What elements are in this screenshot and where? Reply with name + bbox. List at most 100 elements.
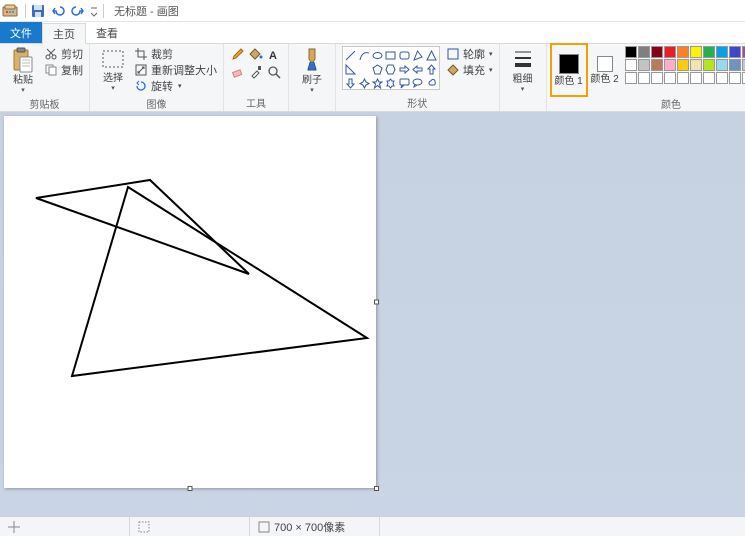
palette-color[interactable] xyxy=(638,59,650,71)
shape-curve-icon[interactable] xyxy=(357,48,370,62)
color1-button[interactable]: 颜色 1 xyxy=(553,46,585,94)
group-colors: 颜色 1 颜色 2 编辑颜色 颜色 xyxy=(547,44,745,111)
shape-arrowr-icon[interactable] xyxy=(398,62,411,76)
shape-hexagon-icon[interactable] xyxy=(384,62,397,76)
palette-color[interactable] xyxy=(729,46,741,58)
shape-callout-rect-icon[interactable] xyxy=(398,76,411,90)
palette-color[interactable] xyxy=(625,72,637,84)
shape-line-icon[interactable] xyxy=(344,48,357,62)
cut-button[interactable]: 剪切 xyxy=(44,46,83,61)
palette-color[interactable] xyxy=(664,59,676,71)
paste-button[interactable]: 粘贴 ▾ xyxy=(6,46,40,94)
resize-button[interactable]: 重新调整大小 xyxy=(134,62,217,77)
shape-polygon-icon[interactable] xyxy=(411,48,424,62)
shape-callout-cloud-icon[interactable] xyxy=(425,76,438,90)
resize-handle-bottom[interactable] xyxy=(188,486,193,491)
palette-color[interactable] xyxy=(690,46,702,58)
magnifier-tool[interactable] xyxy=(266,64,282,80)
palette-color[interactable] xyxy=(742,72,745,84)
shape-callout-oval-icon[interactable] xyxy=(411,76,424,90)
palette-color[interactable] xyxy=(638,46,650,58)
shape-outline-button[interactable]: 轮廓 ▾ xyxy=(446,46,493,61)
group-label-image: 图像 xyxy=(96,94,217,112)
eraser-tool[interactable] xyxy=(230,64,246,80)
palette-color[interactable] xyxy=(625,46,637,58)
shape-triangle-icon[interactable] xyxy=(425,48,438,62)
text-tool[interactable]: A xyxy=(266,46,282,62)
tab-home[interactable]: 主页 xyxy=(42,23,86,44)
color2-button[interactable]: 颜色 2 xyxy=(589,46,621,94)
group-label-tools: 工具 xyxy=(230,93,282,111)
redo-icon[interactable] xyxy=(69,2,87,20)
document-name: 无标题 xyxy=(114,6,147,18)
eyedropper-tool[interactable] xyxy=(248,64,264,80)
shape-pentagon-icon[interactable] xyxy=(371,62,384,76)
palette-color[interactable] xyxy=(716,72,728,84)
palette-color[interactable] xyxy=(690,72,702,84)
fill-tool[interactable] xyxy=(248,46,264,62)
outline-icon xyxy=(446,47,460,61)
palette-color[interactable] xyxy=(716,46,728,58)
shape-diamond-icon[interactable] xyxy=(357,62,370,76)
palette-color[interactable] xyxy=(703,59,715,71)
size-button[interactable]: 粗细 ▾ xyxy=(506,46,540,94)
shape-fill-button[interactable]: 填充▾ xyxy=(446,62,493,77)
group-shapes: 轮廓▾ 填充▾ 形状 xyxy=(336,44,500,111)
palette-color[interactable] xyxy=(651,72,663,84)
color-palette xyxy=(625,46,745,84)
undo-icon[interactable] xyxy=(49,2,67,20)
palette-color[interactable] xyxy=(742,59,745,71)
qat-customize-icon[interactable] xyxy=(89,2,99,20)
palette-color[interactable] xyxy=(625,59,637,71)
shape-star5-icon[interactable] xyxy=(371,76,384,90)
palette-color[interactable] xyxy=(729,72,741,84)
save-icon[interactable] xyxy=(29,2,47,20)
palette-color[interactable] xyxy=(638,72,650,84)
palette-color[interactable] xyxy=(703,46,715,58)
crop-button[interactable]: 裁剪 xyxy=(134,46,217,61)
shape-rtriangle-icon[interactable] xyxy=(344,62,357,76)
palette-color[interactable] xyxy=(729,59,741,71)
palette-color[interactable] xyxy=(651,59,663,71)
resize-handle-corner[interactable] xyxy=(374,486,379,491)
chevron-down-icon: ▾ xyxy=(489,50,493,58)
resize-handle-right[interactable] xyxy=(374,300,379,305)
palette-color[interactable] xyxy=(651,46,663,58)
pencil-tool[interactable] xyxy=(230,46,246,62)
palette-color[interactable] xyxy=(664,46,676,58)
shape-arrowu-icon[interactable] xyxy=(425,62,438,76)
shape-star6-icon[interactable] xyxy=(384,76,397,90)
palette-color[interactable] xyxy=(703,72,715,84)
color1-label: 颜色 1 xyxy=(554,76,582,87)
rotate-button[interactable]: 旋转▾ xyxy=(134,78,217,93)
palette-color[interactable] xyxy=(677,59,689,71)
file-tab[interactable]: 文件 xyxy=(0,22,42,43)
palette-color[interactable] xyxy=(690,59,702,71)
shape-oval-icon[interactable] xyxy=(371,48,384,62)
canvas-size-icon xyxy=(258,521,270,533)
tab-view[interactable]: 查看 xyxy=(86,22,128,43)
shape-arrowd-icon[interactable] xyxy=(344,76,357,90)
select-button[interactable]: 选择 ▾ xyxy=(96,46,130,94)
palette-color[interactable] xyxy=(677,46,689,58)
palette-color[interactable] xyxy=(742,46,745,58)
canvas[interactable] xyxy=(4,116,376,488)
size-label: 粗细 xyxy=(513,74,533,85)
shapes-gallery[interactable] xyxy=(342,46,440,90)
status-canvas-size: 700 × 700像素 xyxy=(250,517,380,536)
group-label-brushes xyxy=(295,97,329,111)
brush-button[interactable]: 刷子 ▾ xyxy=(295,46,329,94)
copy-button[interactable]: 复制 xyxy=(44,62,83,77)
fill-icon xyxy=(446,63,460,77)
selection-size-icon xyxy=(138,521,150,533)
shape-star4-icon[interactable] xyxy=(357,76,370,90)
brush-label: 刷子 xyxy=(302,75,322,86)
palette-color[interactable] xyxy=(664,72,676,84)
shape-roundrect-icon[interactable] xyxy=(398,48,411,62)
palette-color[interactable] xyxy=(716,59,728,71)
status-selection-size xyxy=(130,517,250,536)
shape-arrowl-icon[interactable] xyxy=(411,62,424,76)
shape-rect-icon[interactable] xyxy=(384,48,397,62)
outline-label: 轮廓 xyxy=(463,46,485,62)
palette-color[interactable] xyxy=(677,72,689,84)
